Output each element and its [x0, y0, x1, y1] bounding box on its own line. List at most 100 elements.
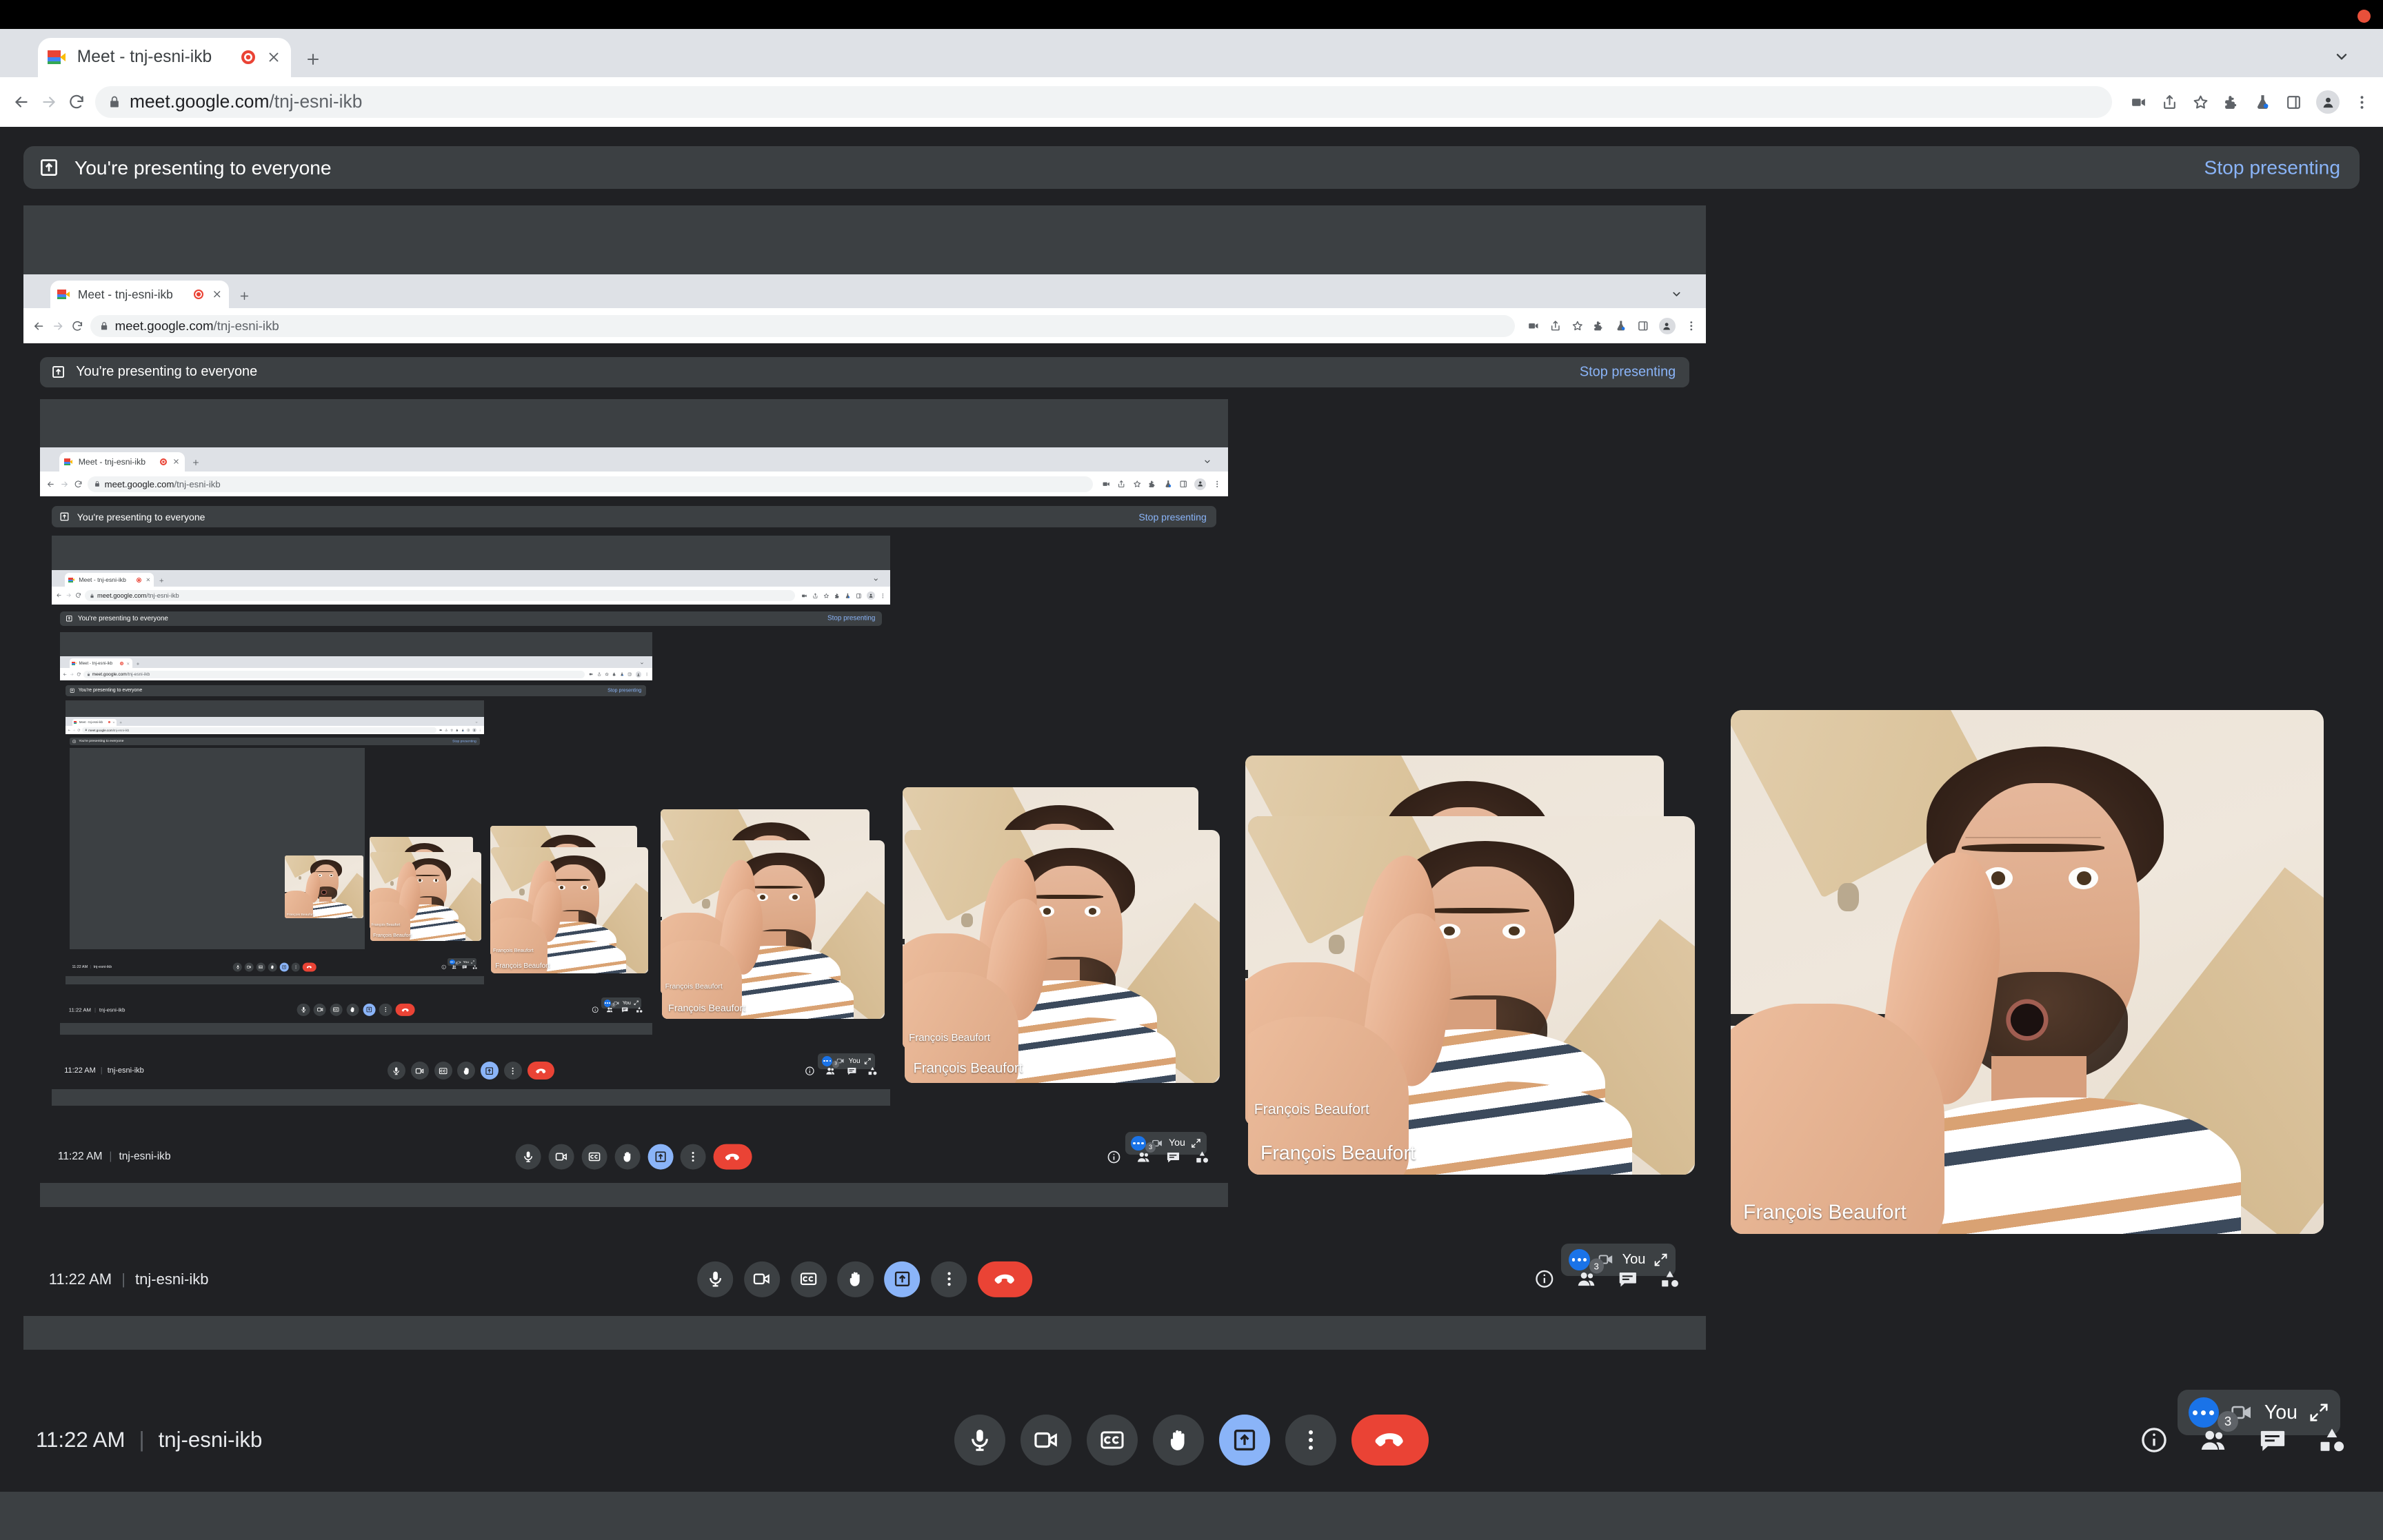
- bookmark-star-icon[interactable]: [2192, 94, 2209, 111]
- tabstrip-chevron-down-icon[interactable]: [1671, 288, 1682, 300]
- close-icon[interactable]: [212, 289, 223, 300]
- present-now-button[interactable]: [647, 1144, 674, 1170]
- media-cast-icon[interactable]: [2130, 94, 2147, 111]
- back-button[interactable]: [46, 480, 55, 489]
- more-options-button[interactable]: [503, 1062, 522, 1080]
- forward-button[interactable]: [72, 729, 76, 732]
- side-panel-icon[interactable]: [627, 672, 632, 676]
- microphone-button[interactable]: [388, 1062, 406, 1080]
- activities-button[interactable]: [1659, 1268, 1680, 1290]
- share-icon[interactable]: [2161, 94, 2178, 111]
- captions-button[interactable]: [256, 962, 265, 972]
- address-bar[interactable]: meet.google.com/tnj-esni-ikb: [90, 314, 1515, 338]
- profile-avatar-icon[interactable]: [635, 671, 641, 678]
- captions-button[interactable]: [1087, 1415, 1138, 1466]
- close-icon[interactable]: [112, 721, 115, 724]
- tabstrip-chevron-down-icon[interactable]: [2333, 48, 2350, 65]
- media-cast-icon[interactable]: [801, 593, 807, 599]
- bookmark-star-icon[interactable]: [1571, 320, 1584, 332]
- present-now-button[interactable]: [884, 1261, 921, 1297]
- address-bar[interactable]: meet.google.com/tnj-esni-ikb: [95, 85, 2112, 119]
- side-panel-icon[interactable]: [1637, 320, 1649, 332]
- kebab-menu-icon[interactable]: [2353, 94, 2371, 111]
- show-everyone-button[interactable]: 3: [452, 962, 459, 970]
- close-icon[interactable]: [145, 577, 151, 582]
- chat-button[interactable]: [2258, 1425, 2288, 1455]
- media-cast-icon[interactable]: [1102, 480, 1110, 488]
- back-button[interactable]: [32, 320, 45, 332]
- stop-presenting-button[interactable]: Stop presenting: [827, 615, 875, 622]
- kebab-menu-icon[interactable]: [479, 729, 481, 731]
- profile-avatar-icon[interactable]: [472, 728, 476, 733]
- forward-button[interactable]: [40, 93, 58, 111]
- address-bar[interactable]: meet.google.com/tnj-esni-ikb: [83, 670, 585, 679]
- experiments-flask-icon[interactable]: [1164, 480, 1172, 488]
- leave-call-button[interactable]: [395, 1003, 415, 1017]
- browser-tab[interactable]: Meet - tnj-esni-ikb: [59, 452, 185, 472]
- tab-recording-icon[interactable]: [193, 290, 203, 300]
- show-everyone-button[interactable]: 3: [1136, 1142, 1156, 1164]
- side-panel-icon[interactable]: [2285, 94, 2302, 111]
- tabstrip-chevron-down-icon[interactable]: [873, 577, 878, 582]
- chat-button[interactable]: [1165, 1149, 1180, 1164]
- microphone-button[interactable]: [296, 1003, 310, 1017]
- camera-button[interactable]: [548, 1144, 574, 1170]
- experiments-flask-icon[interactable]: [2254, 94, 2271, 111]
- side-panel-icon[interactable]: [856, 593, 862, 599]
- camera-button[interactable]: [1020, 1415, 1072, 1466]
- shared-screen-surface[interactable]: Meet - tnj-esni-ikb meet.google.com/tnj-e…: [51, 535, 891, 1106]
- chat-button[interactable]: [462, 964, 467, 970]
- forward-button[interactable]: [70, 672, 74, 676]
- activities-button[interactable]: [636, 1006, 643, 1014]
- extensions-puzzle-icon[interactable]: [834, 593, 841, 599]
- reload-button[interactable]: [75, 592, 81, 598]
- browser-tab[interactable]: Meet - tnj-esni-ikb: [50, 280, 229, 309]
- chat-button[interactable]: [1618, 1268, 1639, 1290]
- close-icon[interactable]: [126, 662, 130, 665]
- stop-presenting-button[interactable]: Stop presenting: [1138, 511, 1206, 523]
- profile-avatar-icon[interactable]: [2316, 90, 2340, 114]
- raise-hand-button[interactable]: [614, 1144, 641, 1170]
- activities-button[interactable]: [867, 1066, 877, 1076]
- address-bar[interactable]: meet.google.com/tnj-esni-ikb: [85, 589, 795, 602]
- show-everyone-button[interactable]: 3: [825, 1060, 840, 1076]
- tabstrip-chevron-down-icon[interactable]: [475, 720, 478, 723]
- extensions-puzzle-icon[interactable]: [612, 672, 616, 676]
- shared-screen-surface[interactable]: [70, 748, 365, 949]
- reload-button[interactable]: [77, 729, 81, 732]
- media-cast-icon[interactable]: [439, 729, 443, 731]
- reload-button[interactable]: [74, 480, 83, 489]
- meeting-details-button[interactable]: [592, 1006, 599, 1014]
- stop-presenting-button[interactable]: Stop presenting: [607, 688, 641, 693]
- share-icon[interactable]: [1117, 480, 1125, 488]
- browser-tab[interactable]: Meet - tnj-esni-ikb: [72, 718, 117, 726]
- share-icon[interactable]: [445, 729, 448, 731]
- present-now-button[interactable]: [481, 1062, 499, 1080]
- tabstrip-chevron-down-icon[interactable]: [1203, 457, 1211, 465]
- show-everyone-button[interactable]: 3: [2198, 1411, 2238, 1455]
- leave-call-button[interactable]: [1351, 1415, 1429, 1466]
- captions-button[interactable]: [434, 1062, 452, 1080]
- present-now-button[interactable]: [1219, 1415, 1270, 1466]
- leave-call-button[interactable]: [303, 962, 316, 972]
- raise-hand-button[interactable]: [346, 1003, 359, 1017]
- meeting-details-button[interactable]: [2139, 1425, 2169, 1455]
- browser-tab[interactable]: Meet - tnj-esni-ikb: [69, 658, 132, 669]
- raise-hand-button[interactable]: [268, 962, 277, 972]
- shared-screen-surface[interactable]: Meet - tnj-esni-ikb meet.google.com/tnj-e…: [23, 205, 1706, 1350]
- meeting-details-button[interactable]: [1534, 1268, 1555, 1290]
- participant-tile[interactable]: François Beaufort: [1731, 710, 2324, 1234]
- new-tab-icon[interactable]: [159, 578, 164, 583]
- leave-call-button[interactable]: [527, 1062, 555, 1080]
- shared-screen-surface[interactable]: Meet - tnj-esni-ikb meet.google.com/tnj-e…: [66, 700, 484, 985]
- leave-call-button[interactable]: [713, 1144, 752, 1170]
- media-cast-icon[interactable]: [589, 672, 593, 676]
- chat-button[interactable]: [846, 1066, 856, 1076]
- address-bar[interactable]: meet.google.com/tnj-esni-ikb: [87, 476, 1093, 492]
- participant-tile[interactable]: François Beaufort: [284, 855, 363, 918]
- share-icon[interactable]: [812, 593, 818, 599]
- media-cast-icon[interactable]: [1527, 320, 1540, 332]
- more-options-button[interactable]: [379, 1003, 392, 1017]
- close-icon[interactable]: [172, 458, 180, 465]
- experiments-flask-icon[interactable]: [461, 729, 464, 731]
